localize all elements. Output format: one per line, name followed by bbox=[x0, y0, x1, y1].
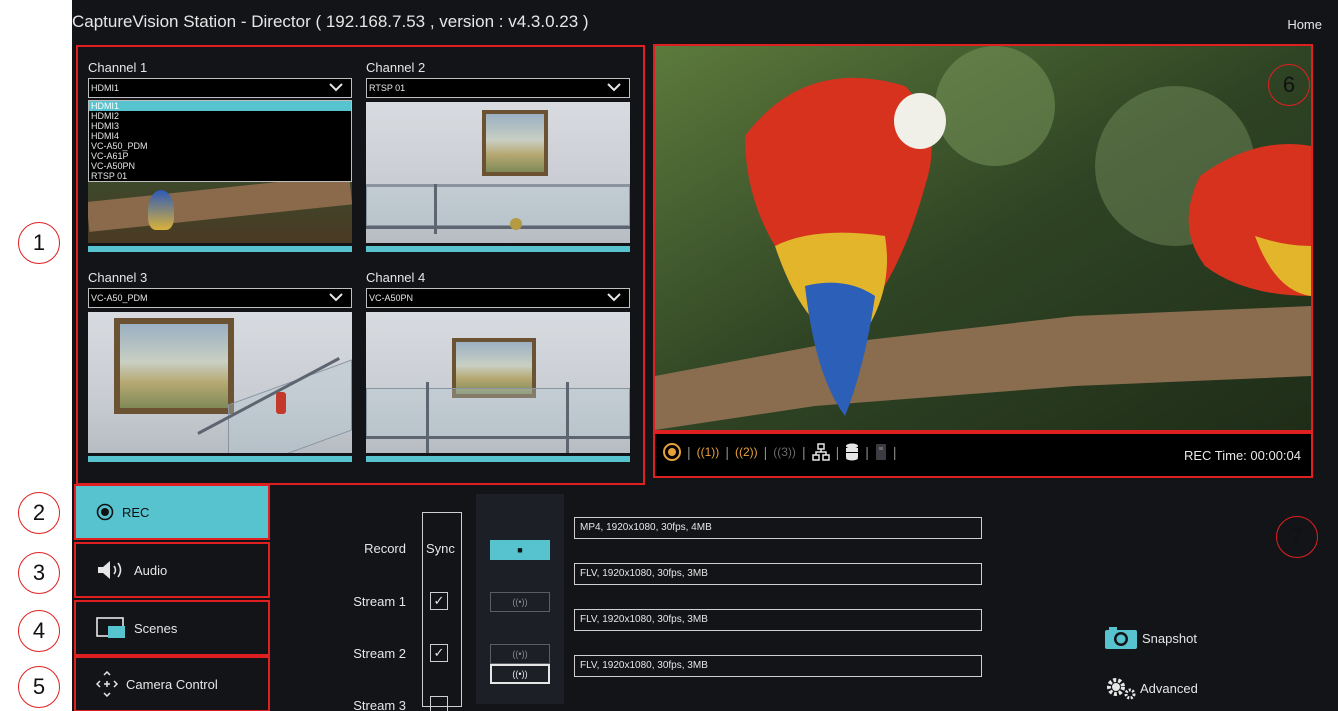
channel-1: Channel 1 HDMI1 HDMI1 HDMI2 HDMI3 HDMI4 … bbox=[88, 60, 352, 252]
channel-4: Channel 4 VC-A50PN bbox=[366, 270, 630, 462]
dropdown-option-vc-a50-pdm[interactable]: VC-A50_PDM bbox=[89, 141, 351, 151]
channel-4-label: Channel 4 bbox=[366, 270, 426, 285]
channel-1-label: Channel 1 bbox=[88, 60, 148, 75]
director-app: CaptureVision Station - Director ( 192.1… bbox=[72, 0, 1338, 711]
channel-4-audio-level bbox=[366, 456, 630, 462]
channel-4-video[interactable] bbox=[366, 312, 630, 453]
channel-3-source-value: VC-A50_PDM bbox=[91, 293, 148, 303]
stream2-row-label: Stream 2 bbox=[353, 646, 406, 661]
channel-4-source-select[interactable]: VC-A50PN bbox=[366, 288, 630, 308]
chevron-down-icon bbox=[607, 83, 621, 92]
window-title: CaptureVision Station - Director ( 192.1… bbox=[72, 12, 589, 31]
snapshot-button[interactable]: Snapshot bbox=[1104, 626, 1197, 650]
channel-3-source-select[interactable]: VC-A50_PDM bbox=[88, 288, 352, 308]
advanced-button[interactable]: Advanced bbox=[1104, 676, 1198, 700]
stream2-start-button[interactable]: ((•)) bbox=[490, 644, 550, 664]
stream1-format-info: FLV, 1920x1080, 30fps, 3MB bbox=[574, 563, 982, 585]
stream3-sync-checkbox[interactable] bbox=[430, 696, 448, 711]
ptz-icon bbox=[95, 670, 119, 698]
channel-1-source-dropdown: HDMI1 HDMI2 HDMI3 HDMI4 VC-A50_PDM VC-A6… bbox=[88, 100, 352, 182]
stream3-start-button[interactable]: ((•)) bbox=[490, 664, 550, 684]
stream1-start-button[interactable]: ((•)) bbox=[490, 592, 550, 612]
callout-5: 5 bbox=[18, 666, 60, 708]
menu-camera-control-label: Camera Control bbox=[126, 676, 218, 692]
record-stop-button[interactable]: ■ bbox=[490, 540, 550, 560]
channel-3-audio-level bbox=[88, 456, 352, 462]
stream2-format-info: FLV, 1920x1080, 30fps, 3MB bbox=[574, 609, 982, 631]
channel-1-audio-level bbox=[88, 246, 352, 252]
menu-audio[interactable]: Audio bbox=[74, 542, 270, 598]
menu-camera-control[interactable]: Camera Control bbox=[74, 656, 270, 711]
snapshot-label: Snapshot bbox=[1142, 630, 1197, 646]
callout-2: 2 bbox=[18, 492, 60, 534]
stream3-format-info: FLV, 1920x1080, 30fps, 3MB bbox=[574, 655, 982, 677]
record-row-label: Record bbox=[364, 541, 406, 556]
channel-3: Channel 3 VC-A50_PDM bbox=[88, 270, 352, 462]
speaker-icon bbox=[96, 560, 126, 580]
channel-2-video[interactable] bbox=[366, 102, 630, 243]
menu-scenes[interactable]: Scenes bbox=[74, 600, 270, 656]
chevron-down-icon bbox=[607, 293, 621, 302]
callout-3: 3 bbox=[18, 552, 60, 594]
record-format-info: MP4, 1920x1080, 30fps, 4MB bbox=[574, 517, 982, 539]
dropdown-option-vc-a61p[interactable]: VC-A61P bbox=[89, 151, 351, 161]
sync-header: Sync bbox=[426, 541, 455, 556]
painting bbox=[114, 318, 234, 414]
scenes-icon bbox=[96, 617, 126, 639]
record-icon bbox=[96, 503, 114, 521]
channel-2-audio-level bbox=[366, 246, 630, 252]
callout-7: 7 bbox=[1276, 516, 1318, 558]
chevron-down-icon bbox=[329, 83, 343, 92]
menu-rec-label: REC bbox=[122, 504, 150, 520]
camera-icon bbox=[1105, 627, 1137, 649]
channel-2-source-select[interactable]: RTSP 01 bbox=[366, 78, 630, 98]
title-bar: CaptureVision Station - Director ( 192.1… bbox=[72, 0, 1338, 44]
dropdown-option-hdmi3[interactable]: HDMI3 bbox=[89, 121, 351, 131]
program-preview-highlight bbox=[653, 44, 1313, 432]
dropdown-option-hdmi2[interactable]: HDMI2 bbox=[89, 111, 351, 121]
menu-rec[interactable]: REC bbox=[74, 484, 270, 540]
chevron-down-icon bbox=[329, 293, 343, 302]
stream2-sync-checkbox[interactable]: ✓ bbox=[430, 644, 448, 662]
painting bbox=[482, 110, 548, 176]
dropdown-option-vc-a50pn[interactable]: VC-A50PN bbox=[89, 161, 351, 171]
channel-3-label: Channel 3 bbox=[88, 270, 148, 285]
dropdown-option-hdmi1[interactable]: HDMI1 bbox=[89, 101, 351, 111]
callout-1: 1 bbox=[18, 222, 60, 264]
stream1-row-label: Stream 1 bbox=[353, 594, 406, 609]
callout-4: 4 bbox=[18, 610, 60, 652]
dropdown-option-hdmi4[interactable]: HDMI4 bbox=[89, 131, 351, 141]
channel-2: Channel 2 RTSP 01 bbox=[366, 60, 630, 252]
channel-1-source-select[interactable]: HDMI1 bbox=[88, 78, 352, 98]
channel-3-video[interactable] bbox=[88, 312, 352, 453]
home-link[interactable]: Home bbox=[1287, 17, 1322, 32]
channel-2-label: Channel 2 bbox=[366, 60, 426, 75]
dropdown-option-rtsp-01[interactable]: RTSP 01 bbox=[89, 171, 351, 181]
channel-2-source-value: RTSP 01 bbox=[369, 83, 406, 93]
menu-audio-label: Audio bbox=[134, 562, 168, 578]
channel-1-source-value: HDMI1 bbox=[91, 83, 120, 93]
menu-scenes-label: Scenes bbox=[134, 620, 178, 636]
advanced-label: Advanced bbox=[1140, 680, 1198, 696]
stream1-sync-checkbox[interactable]: ✓ bbox=[430, 592, 448, 610]
stream3-row-label: Stream 3 bbox=[353, 698, 406, 711]
channel-4-source-value: VC-A50PN bbox=[369, 293, 414, 303]
gear-icon bbox=[1107, 678, 1136, 700]
control-bar-highlight bbox=[653, 432, 1313, 478]
